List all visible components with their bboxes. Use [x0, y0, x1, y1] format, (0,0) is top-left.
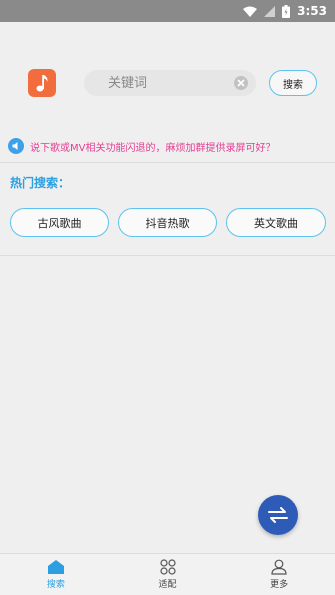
status-time: 3:53 [297, 4, 327, 18]
bottom-nav: 搜索 适配 更多 [0, 553, 335, 595]
hot-tag[interactable]: 抖音热歌 [118, 208, 217, 237]
speaker-icon [8, 138, 24, 154]
wifi-icon [243, 6, 258, 17]
divider [0, 255, 335, 256]
music-note-icon [36, 75, 48, 92]
battery-icon [282, 4, 291, 18]
nav-label: 搜索 [46, 580, 65, 590]
nav-item-search[interactable]: 搜索 [0, 554, 112, 595]
swap-arrows-icon [268, 507, 288, 523]
notice-text: 说下歌或MV相关功能闪退的，麻烦加群提供录屏可好？ [30, 142, 276, 154]
hot-tag[interactable]: 古风歌曲 [10, 208, 109, 237]
signal-icon [264, 5, 276, 17]
status-bar: 3:53 [0, 0, 335, 22]
search-box [84, 70, 256, 96]
nav-label: 更多 [270, 580, 289, 590]
search-button[interactable]: 搜索 [269, 70, 317, 96]
divider [0, 162, 335, 163]
hot-tag-list: 古风歌曲 抖音热歌 英文歌曲 [10, 208, 326, 237]
search-input[interactable] [84, 70, 224, 96]
swap-button[interactable] [258, 495, 298, 535]
person-icon [271, 559, 287, 575]
app-logo [28, 69, 56, 97]
clear-icon[interactable] [234, 76, 248, 90]
nav-item-more[interactable]: 更多 [223, 554, 335, 595]
home-icon [47, 560, 64, 574]
hot-search-title: 热门搜索： [10, 176, 71, 190]
hot-tag[interactable]: 英文歌曲 [226, 208, 326, 237]
notice-bar: 说下歌或MV相关功能闪退的，麻烦加群提供录屏可好？ [8, 137, 335, 155]
nav-item-adapt[interactable]: 适配 [112, 554, 224, 595]
app-screen: 3:53 搜索 说下歌或MV相关功能闪退的，麻烦加群提供录屏可好？ 热门搜索： … [0, 0, 335, 595]
grid-circles-icon [159, 559, 176, 575]
nav-label: 适配 [158, 580, 177, 590]
